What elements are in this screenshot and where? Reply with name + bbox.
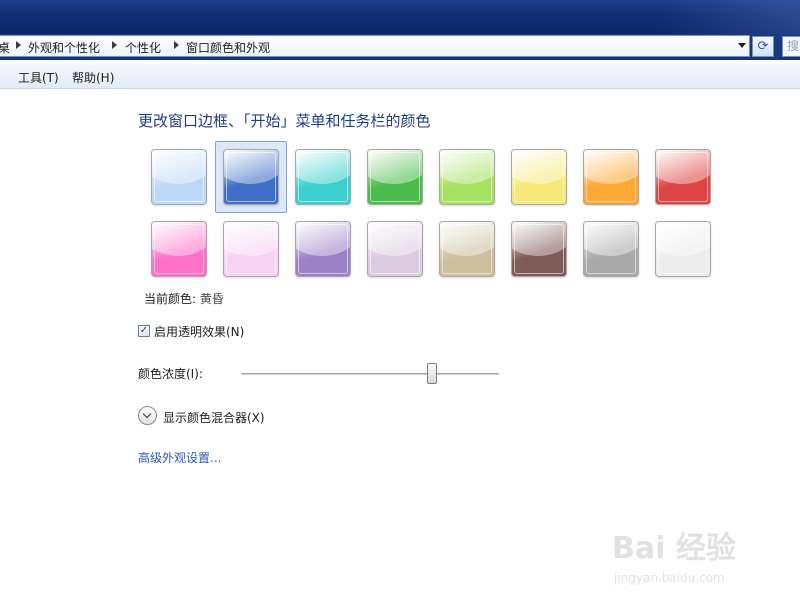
- current-color-value: 黄昏: [199, 292, 224, 306]
- color-swatch-chocolate[interactable]: [511, 221, 567, 277]
- watermark-logo-text: Bai 经验: [612, 531, 736, 566]
- window-titlebar: [0, 0, 800, 34]
- show-mixer-label[interactable]: 显示颜色混合器(X): [163, 409, 265, 426]
- address-dropdown-icon[interactable]: [738, 43, 746, 48]
- breadcrumb-separator-icon[interactable]: [112, 41, 117, 49]
- color-swatch-twilight[interactable]: [223, 149, 279, 205]
- baidu-jingyan-watermark: Bai 经验 jingyan.baidu.com: [612, 531, 736, 585]
- intensity-label: 颜色浓度(I):: [138, 367, 203, 381]
- color-swatch-sea[interactable]: [295, 149, 351, 205]
- transparency-label[interactable]: 启用透明效果(N): [154, 323, 244, 340]
- breadcrumb-separator-icon[interactable]: [174, 41, 179, 49]
- intensity-slider-track[interactable]: [241, 373, 499, 375]
- current-color: 当前颜色: 黄昏: [144, 290, 224, 307]
- color-swatch-lavender[interactable]: [367, 221, 423, 277]
- color-swatch-violet[interactable]: [295, 221, 351, 277]
- page-title: 更改窗口边框、「开始」菜单和任务栏的颜色: [138, 112, 431, 130]
- current-color-label: 当前颜色:: [144, 292, 197, 306]
- transparency-checkbox[interactable]: ✓: [138, 325, 150, 337]
- color-swatch-pumpkin[interactable]: [583, 149, 639, 205]
- search-input[interactable]: 搜: [782, 36, 800, 57]
- refresh-icon: ⟳: [757, 39, 769, 54]
- watermark-url: jingyan.baidu.com: [613, 571, 725, 585]
- address-bar[interactable]: 桌 外观和个性化 个性化 窗口颜色和外观: [0, 35, 750, 57]
- intensity-slider-thumb[interactable]: [426, 363, 437, 384]
- color-swatch-taupe[interactable]: [439, 221, 495, 277]
- color-swatch-slate[interactable]: [583, 221, 639, 277]
- advanced-appearance-link[interactable]: 高级外观设置...: [138, 449, 221, 466]
- breadcrumb-window-color[interactable]: 窗口颜色和外观: [186, 39, 270, 56]
- color-swatch-leaf[interactable]: [367, 149, 423, 205]
- breadcrumb-personalization[interactable]: 个性化: [125, 39, 161, 56]
- refresh-button[interactable]: ⟳: [752, 36, 774, 57]
- color-swatch-lime[interactable]: [439, 149, 495, 205]
- menu-bar: 工具(T) 帮助(H): [0, 64, 800, 89]
- color-swatch-frost[interactable]: [655, 221, 711, 277]
- search-placeholder: 搜: [787, 39, 800, 53]
- color-swatch-fuchsia[interactable]: [151, 221, 207, 277]
- show-mixer-expand-icon[interactable]: [138, 406, 157, 425]
- menu-help[interactable]: 帮助(H): [72, 69, 114, 86]
- color-swatch-ruby[interactable]: [655, 149, 711, 205]
- menu-tools[interactable]: 工具(T): [18, 69, 59, 86]
- breadcrumb-separator-icon[interactable]: [16, 41, 21, 49]
- breadcrumb-root[interactable]: 桌: [0, 39, 10, 56]
- color-swatch-blush[interactable]: [223, 221, 279, 277]
- color-swatch-pumpkin-light[interactable]: [511, 149, 567, 205]
- color-swatch-sky[interactable]: [151, 149, 207, 205]
- breadcrumb-appearance[interactable]: 外观和个性化: [28, 39, 100, 56]
